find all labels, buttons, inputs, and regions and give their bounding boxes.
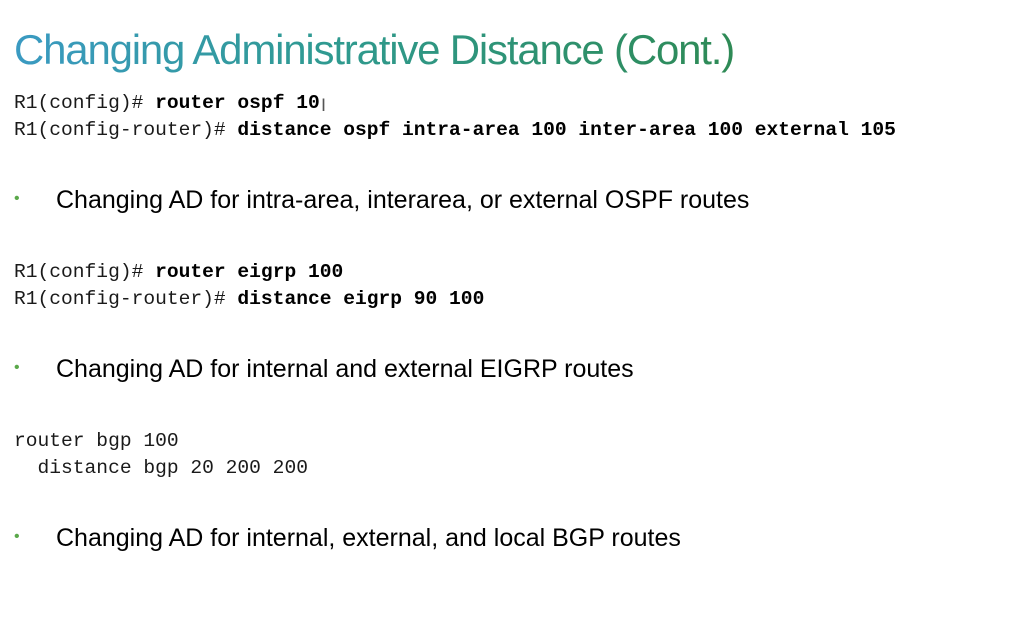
- eigrp-line2-command: distance eigrp 90 100: [237, 288, 485, 310]
- bullet-dot-icon: •: [14, 190, 20, 208]
- bgp-bullet: • Changing AD for internal, external, and…: [14, 523, 681, 554]
- eigrp-line1-prompt: R1(config)#: [14, 261, 156, 283]
- bgp-line2: distance bgp 20 200 200: [14, 457, 308, 479]
- eigrp-bullet: • Changing AD for internal and external E…: [14, 354, 634, 385]
- eigrp-line1-command: router eigrp 100: [155, 261, 344, 283]
- bgp-line1: router bgp 100: [14, 430, 179, 452]
- ospf-code-block: R1(config)# router ospf 10 R1(config-rou…: [14, 90, 896, 144]
- eigrp-line2-prompt: R1(config-router)#: [14, 288, 238, 310]
- eigrp-bullet-text: Changing AD for internal and external EI…: [56, 355, 634, 383]
- text-cursor-icon: I: [321, 96, 327, 116]
- ospf-line1-command: router ospf 10: [155, 92, 320, 114]
- ospf-bullet: • Changing AD for intra-area, interarea, …: [14, 185, 749, 216]
- bullet-dot-icon: •: [14, 528, 20, 546]
- eigrp-code-block: R1(config)# router eigrp 100 R1(config-r…: [14, 259, 484, 313]
- bgp-code-block: router bgp 100 distance bgp 20 200 200: [14, 428, 308, 482]
- bgp-bullet-text: Changing AD for internal, external, and …: [56, 524, 681, 552]
- slide: Changing Administrative Distance (Cont.)…: [0, 0, 1025, 623]
- ospf-line1-prompt: R1(config)#: [14, 92, 156, 114]
- ospf-bullet-text: Changing AD for intra-area, interarea, o…: [56, 186, 750, 214]
- ospf-line2-prompt: R1(config-router)#: [14, 119, 238, 141]
- slide-title: Changing Administrative Distance (Cont.): [14, 24, 735, 76]
- ospf-line2-command: distance ospf intra-area 100 inter-area …: [237, 119, 896, 141]
- bullet-dot-icon: •: [14, 359, 20, 377]
